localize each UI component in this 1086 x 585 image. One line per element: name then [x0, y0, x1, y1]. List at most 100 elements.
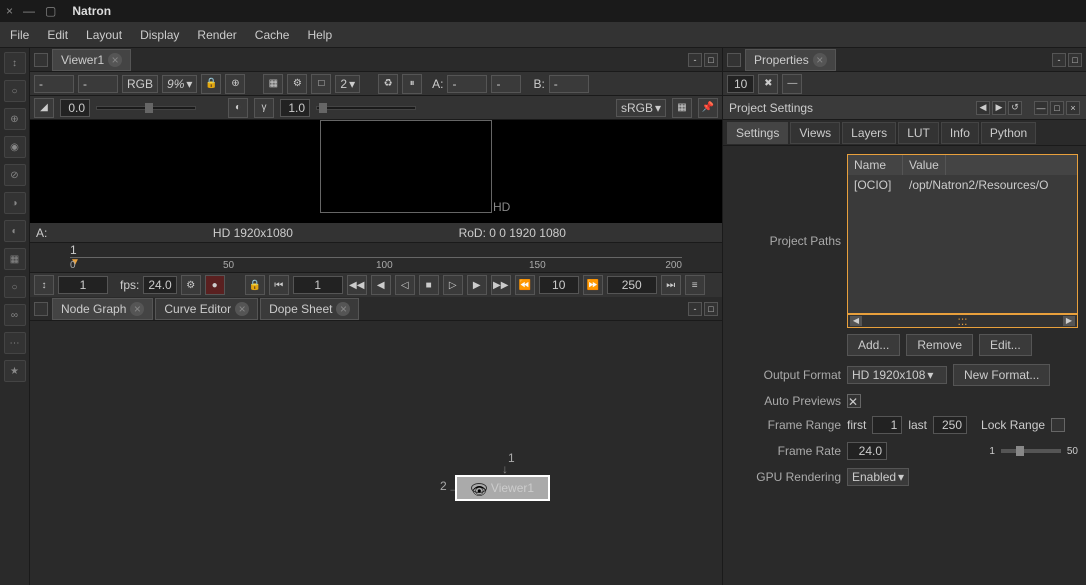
- menu-edit[interactable]: Edit: [47, 28, 68, 42]
- ptab-python[interactable]: Python: [981, 122, 1036, 144]
- scroll-right-icon[interactable]: ▶: [1063, 316, 1075, 326]
- table-row[interactable]: [OCIO] /opt/Natron2/Resources/O: [848, 175, 1077, 195]
- layer-a-select[interactable]: -: [34, 75, 74, 93]
- gamma-icon[interactable]: γ: [254, 98, 274, 118]
- frame-rate-input[interactable]: 24.0: [847, 442, 887, 460]
- lock-range-checkbox[interactable]: [1051, 418, 1065, 432]
- turbo-icon[interactable]: ●: [205, 275, 225, 295]
- minimize-all-icon[interactable]: —: [782, 74, 802, 94]
- refresh-icon[interactable]: ♻: [378, 74, 398, 94]
- fps-input[interactable]: 24.0: [143, 276, 176, 294]
- ptab-lut[interactable]: LUT: [898, 122, 939, 144]
- tool-10[interactable]: ∞: [4, 304, 26, 326]
- close-icon[interactable]: ×: [108, 53, 122, 67]
- panel-max-icon[interactable]: □: [704, 53, 718, 67]
- render-scale-icon[interactable]: □: [311, 74, 331, 94]
- tab-nodegraph[interactable]: Node Graph×: [52, 298, 153, 320]
- close-icon[interactable]: ×: [336, 302, 350, 316]
- gamma-slider[interactable]: [316, 106, 416, 110]
- menu-render[interactable]: Render: [197, 28, 236, 42]
- gamma-input[interactable]: 1.0: [280, 99, 310, 117]
- viewer-canvas[interactable]: HD: [30, 120, 722, 223]
- next-incr-icon[interactable]: ▶▶: [491, 275, 511, 295]
- lock-range-icon[interactable]: 🔒: [245, 275, 265, 295]
- clear-panels-icon[interactable]: ✖: [758, 74, 778, 94]
- proxy-icon[interactable]: ⚙: [287, 74, 307, 94]
- pin-icon[interactable]: 📌: [698, 98, 718, 118]
- colorspace-select[interactable]: sRGB ▾: [616, 99, 666, 117]
- tool-6[interactable]: ◑: [4, 192, 26, 214]
- close-icon[interactable]: ×: [235, 302, 249, 316]
- last-frame-input[interactable]: 250: [933, 416, 967, 434]
- undo-icon[interactable]: ◀: [976, 101, 990, 115]
- auto-previews-checkbox[interactable]: ✕: [847, 394, 861, 408]
- last-frame-input[interactable]: 250: [607, 276, 657, 294]
- current-frame-input[interactable]: 1: [58, 276, 108, 294]
- first-frame-input[interactable]: 1: [872, 416, 902, 434]
- checker-icon[interactable]: ▦: [672, 98, 692, 118]
- tool-1[interactable]: ↕: [4, 52, 26, 74]
- table-hscroll[interactable]: ◀ ::: ▶: [847, 314, 1078, 328]
- frame-incr-input[interactable]: 10: [539, 276, 579, 294]
- tool-7[interactable]: ◐: [4, 220, 26, 242]
- panel-max-icon[interactable]: □: [1068, 53, 1082, 67]
- new-format-button[interactable]: New Format...: [953, 364, 1050, 386]
- menu-file[interactable]: File: [10, 28, 29, 42]
- play-fwd-icon[interactable]: ▶: [467, 275, 487, 295]
- wipe-select[interactable]: -: [491, 75, 521, 93]
- gamma-toggle-icon[interactable]: ◐: [228, 98, 248, 118]
- tool-12[interactable]: ★: [4, 360, 26, 382]
- channels-select[interactable]: RGB: [122, 75, 158, 93]
- fps-sync-icon[interactable]: ⚙: [181, 275, 201, 295]
- gain-slider[interactable]: [96, 106, 196, 110]
- proxy-level-select[interactable]: 2 ▾: [335, 75, 360, 93]
- prev-key-icon[interactable]: ⏪: [515, 275, 535, 295]
- menu-display[interactable]: Display: [140, 28, 179, 42]
- tool-4[interactable]: ◉: [4, 136, 26, 158]
- menu-cache[interactable]: Cache: [255, 28, 290, 42]
- playback-mode-icon[interactable]: ↕: [34, 275, 54, 295]
- menu-help[interactable]: Help: [307, 28, 332, 42]
- ptab-views[interactable]: Views: [790, 122, 840, 144]
- zoom-select[interactable]: 9% ▾: [162, 75, 197, 93]
- redo-icon[interactable]: ▶: [992, 101, 1006, 115]
- menu-layout[interactable]: Layout: [86, 28, 122, 42]
- tool-5[interactable]: ⊘: [4, 164, 26, 186]
- panel-float-icon[interactable]: [727, 53, 741, 67]
- gpu-rendering-select[interactable]: Enabled ▾: [847, 468, 909, 486]
- restore-icon[interactable]: ↺: [1008, 101, 1022, 115]
- panel-min-icon[interactable]: —: [1034, 101, 1048, 115]
- prev-frame-icon[interactable]: ◁: [395, 275, 415, 295]
- play-back-icon[interactable]: ◀: [371, 275, 391, 295]
- frame-rate-slider[interactable]: [1001, 449, 1061, 453]
- max-panels-input[interactable]: 10: [727, 75, 754, 93]
- remove-button[interactable]: Remove: [906, 334, 973, 356]
- output-format-select[interactable]: HD 1920x108▾: [847, 366, 947, 384]
- node-viewer1[interactable]: 👁 Viewer1: [455, 475, 550, 501]
- tool-8[interactable]: ▦: [4, 248, 26, 270]
- stop-icon[interactable]: ■: [419, 275, 439, 295]
- close-icon[interactable]: ×: [6, 4, 13, 18]
- panel-float-icon[interactable]: □: [1050, 101, 1064, 115]
- ptab-info[interactable]: Info: [941, 122, 979, 144]
- tool-11[interactable]: ⋯: [4, 332, 26, 354]
- add-button[interactable]: Add...: [847, 334, 900, 356]
- ptab-settings[interactable]: Settings: [727, 122, 788, 144]
- scroll-left-icon[interactable]: ◀: [850, 316, 862, 326]
- gain-input[interactable]: 0.0: [60, 99, 90, 117]
- last-frame-icon[interactable]: ⏭: [661, 275, 681, 295]
- panel-close-icon[interactable]: ×: [1066, 101, 1080, 115]
- timeline[interactable]: 1▼ 0 50 100 150 200: [30, 243, 722, 273]
- panel-min-icon[interactable]: -: [1052, 53, 1066, 67]
- ptab-layers[interactable]: Layers: [842, 122, 896, 144]
- next-frame-icon[interactable]: ▷: [443, 275, 463, 295]
- close-icon[interactable]: ×: [130, 302, 144, 316]
- panel-float-icon[interactable]: [34, 53, 48, 67]
- tab-curveeditor[interactable]: Curve Editor×: [155, 298, 258, 320]
- input-b-select[interactable]: -: [549, 75, 589, 93]
- tripsync-icon[interactable]: ≡: [685, 275, 705, 295]
- tool-3[interactable]: ⊕: [4, 108, 26, 130]
- panel-min-icon[interactable]: -: [688, 53, 702, 67]
- render-icon[interactable]: ⊕: [225, 74, 245, 94]
- input-a-select[interactable]: -: [447, 75, 487, 93]
